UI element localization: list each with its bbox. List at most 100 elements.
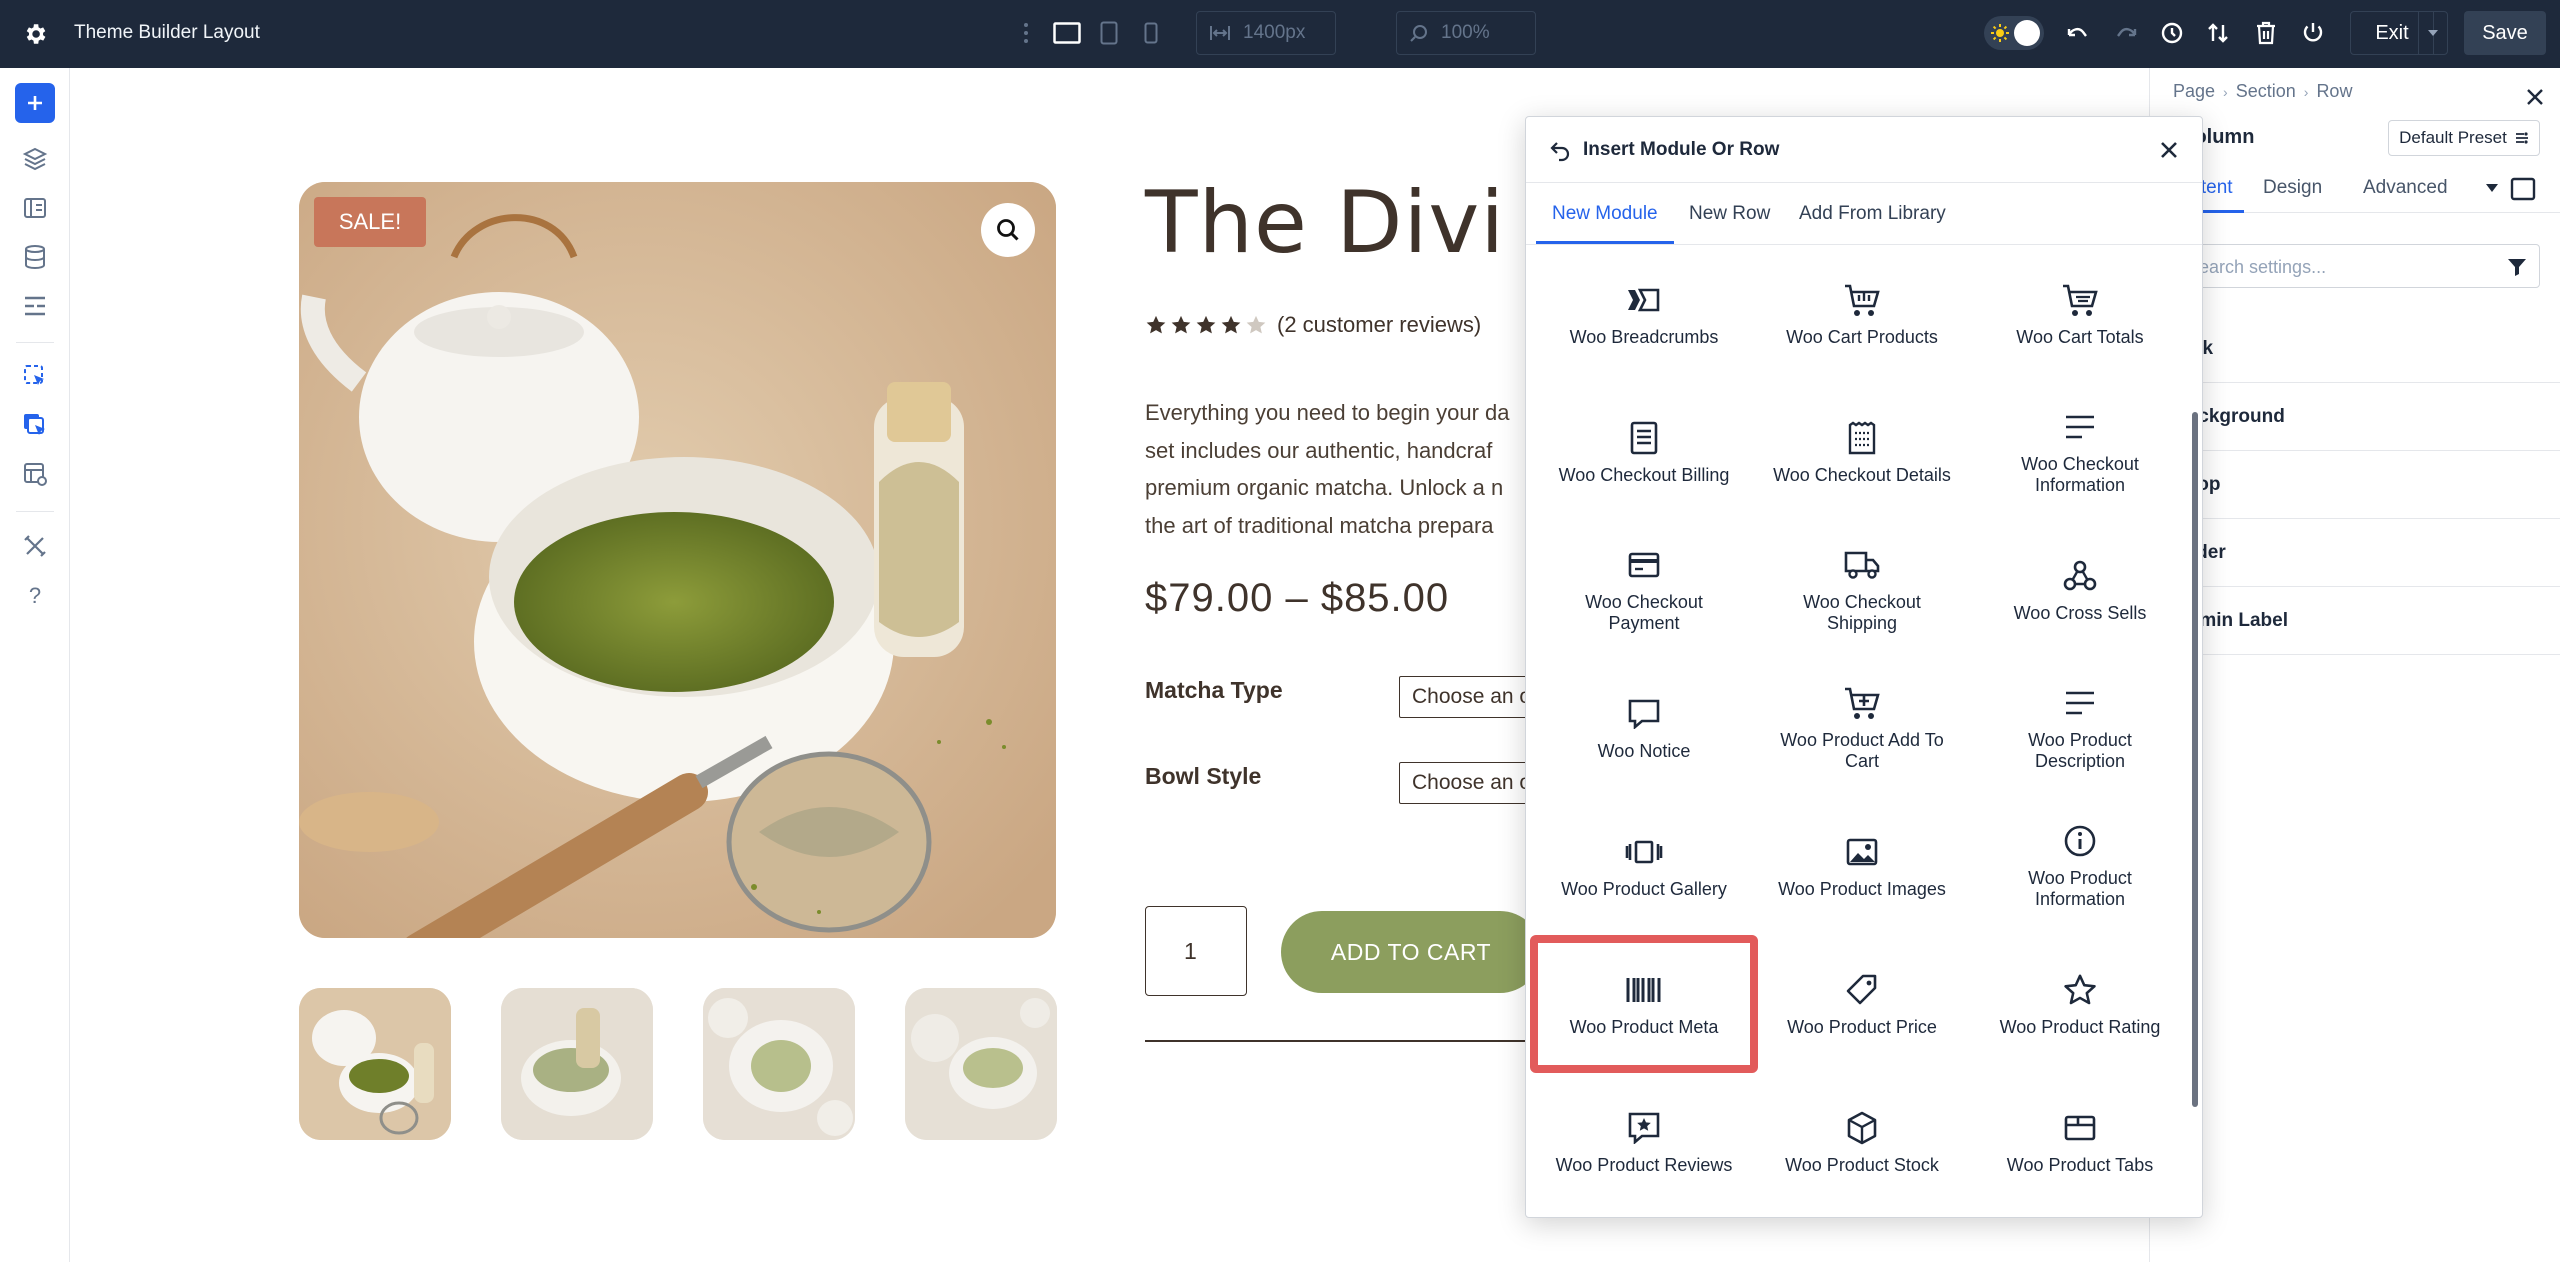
tabs-dropdown-icon[interactable]: [2486, 184, 2498, 192]
settings-search-input[interactable]: Search settings...: [2174, 244, 2540, 288]
star-filled-icon: [1196, 315, 1216, 334]
add-to-cart-button[interactable]: ADD TO CART: [1281, 911, 1541, 993]
close-settings-icon[interactable]: [2522, 84, 2548, 110]
breadcrumb-page[interactable]: Page: [2173, 81, 2215, 102]
module-woo-cross-sells[interactable]: Woo Cross Sells: [1966, 521, 2194, 659]
product-main-image[interactable]: [299, 182, 1056, 938]
add-to-cart-icon: [1843, 684, 1881, 722]
trash-icon[interactable]: [2251, 18, 2281, 48]
module-woo-product-gallery[interactable]: Woo Product Gallery: [1530, 797, 1758, 935]
save-button[interactable]: Save: [2464, 11, 2546, 55]
image-zoom-button[interactable]: [981, 203, 1035, 257]
tools-icon[interactable]: [20, 531, 50, 561]
module-woo-product-rating[interactable]: Woo Product Rating: [1966, 935, 2194, 1073]
star-filled-icon: [1146, 315, 1166, 334]
settings-group-background[interactable]: Background: [2150, 383, 2560, 451]
theme-mode-toggle[interactable]: [1984, 16, 2044, 50]
settings-group-loop[interactable]: Loop: [2150, 451, 2560, 519]
module-label: Woo Product Add To Cart: [1780, 730, 1944, 771]
add-element-button[interactable]: [15, 83, 55, 123]
back-arrow-icon[interactable]: [1548, 139, 1572, 163]
modal-scrollbar[interactable]: [2192, 412, 2198, 1107]
module-woo-product-description[interactable]: Woo Product Description: [1966, 659, 2194, 797]
undo-icon[interactable]: [2063, 18, 2093, 48]
settings-panel: Page › Section › Row Column Default Pres…: [2149, 68, 2560, 1262]
module-label: Woo Product Meta: [1569, 1016, 1719, 1037]
quantity-input[interactable]: 1: [1145, 906, 1247, 996]
settings-group-admin-label[interactable]: Admin Label: [2150, 587, 2560, 655]
power-icon[interactable]: [2298, 18, 2328, 48]
wireframe-view-icon[interactable]: [2510, 177, 2536, 201]
image-icon: [1843, 833, 1881, 871]
page-structure-icon[interactable]: [20, 291, 50, 321]
reviews-link[interactable]: (2 customer reviews): [1277, 312, 1481, 338]
exit-dropdown-chevron-icon[interactable]: [2418, 11, 2448, 55]
product-thumbnail[interactable]: [501, 988, 653, 1140]
canvas-width-field[interactable]: 1400px: [1196, 11, 1336, 55]
settings-group-order[interactable]: Order: [2150, 519, 2560, 587]
module-woo-product-meta[interactable]: Woo Product Meta: [1530, 935, 1758, 1073]
product-thumbnail[interactable]: [703, 988, 855, 1140]
more-vertical-icon[interactable]: [1011, 18, 1041, 48]
star-filled-icon: [1221, 315, 1241, 334]
module-woo-product-images[interactable]: Woo Product Images: [1748, 797, 1976, 935]
stock-box-icon: [1843, 1109, 1881, 1147]
module-woo-checkout-shipping[interactable]: Woo Checkout Shipping: [1748, 521, 1976, 659]
product-thumbnail[interactable]: [299, 988, 451, 1140]
zoom-search-icon: [1409, 23, 1429, 43]
module-woo-product-price[interactable]: Woo Product Price: [1748, 935, 1976, 1073]
price-tag-icon: [1843, 971, 1881, 1009]
breadcrumb-chevron-icon: ›: [2303, 83, 2309, 100]
tabs-icon: [2061, 1109, 2099, 1147]
tab-new-row[interactable]: New Row: [1689, 203, 1770, 225]
module-woo-checkout-information[interactable]: Woo Checkout Information: [1966, 383, 2194, 521]
module-woo-checkout-details[interactable]: Woo Checkout Details: [1748, 383, 1976, 521]
preset-select[interactable]: Default Preset: [2388, 120, 2540, 156]
module-woo-checkout-payment[interactable]: Woo Checkout Payment: [1530, 521, 1758, 659]
layout-settings-icon[interactable]: [20, 459, 50, 489]
module-woo-product-add-to-cart[interactable]: Woo Product Add To Cart: [1748, 659, 1976, 797]
star-icon: [2061, 971, 2099, 1009]
module-woo-breadcrumbs[interactable]: Woo Breadcrumbs: [1530, 245, 1758, 383]
tab-advanced[interactable]: Advanced: [2363, 177, 2448, 199]
desktop-view-icon[interactable]: [1052, 18, 1082, 48]
tab-new-module[interactable]: New Module: [1552, 203, 1658, 225]
module-label: Woo Breadcrumbs: [1569, 326, 1719, 347]
breadcrumb-section[interactable]: Section: [2236, 81, 2296, 102]
zoom-field[interactable]: 100%: [1396, 11, 1536, 55]
redo-icon[interactable]: [2111, 18, 2141, 48]
breadcrumb-chevron-icon: ›: [2223, 83, 2228, 100]
divider: [1145, 1040, 1565, 1042]
breadcrumb-row[interactable]: Row: [2316, 81, 2352, 102]
portability-arrows-icon[interactable]: [2203, 18, 2233, 48]
module-woo-product-reviews[interactable]: Woo Product Reviews: [1530, 1073, 1758, 1211]
history-clock-icon[interactable]: [2157, 18, 2187, 48]
module-woo-notice[interactable]: Woo Notice: [1530, 659, 1758, 797]
module-label: Woo Product Reviews: [1555, 1154, 1733, 1175]
module-woo-product-stock[interactable]: Woo Product Stock: [1748, 1073, 1976, 1211]
module-woo-checkout-billing[interactable]: Woo Checkout Billing: [1530, 383, 1758, 521]
phone-view-icon[interactable]: [1136, 18, 1166, 48]
module-woo-product-information[interactable]: Woo Product Information: [1966, 797, 2194, 935]
top-toolbar: Theme Builder Layout 1400px 100% Exit Sa…: [0, 0, 2560, 68]
module-woo-cart-products[interactable]: Woo Cart Products: [1748, 245, 1976, 383]
database-icon[interactable]: [20, 242, 50, 272]
library-icon[interactable]: [20, 193, 50, 223]
tab-add-from-library[interactable]: Add From Library: [1799, 203, 1946, 225]
module-woo-product-tabs[interactable]: Woo Product Tabs: [1966, 1073, 2194, 1211]
insert-module-modal: Insert Module Or Row New Module New Row …: [1525, 116, 2203, 1218]
settings-group-link[interactable]: Link: [2150, 315, 2560, 383]
help-icon[interactable]: ?: [20, 581, 50, 611]
module-label: Woo Product Price: [1787, 1016, 1937, 1037]
billing-icon: [1625, 419, 1663, 457]
select-element-icon[interactable]: [20, 361, 50, 391]
product-thumbnail[interactable]: [905, 988, 1057, 1140]
layers-icon[interactable]: [20, 144, 50, 174]
tablet-view-icon[interactable]: [1094, 18, 1124, 48]
settings-gear-icon[interactable]: [22, 21, 48, 47]
module-woo-cart-totals[interactable]: Woo Cart Totals: [1966, 245, 2194, 383]
multi-select-icon[interactable]: [20, 410, 50, 440]
tab-design[interactable]: Design: [2263, 177, 2322, 199]
close-modal-icon[interactable]: [2156, 137, 2182, 163]
filter-icon[interactable]: [2506, 256, 2528, 278]
